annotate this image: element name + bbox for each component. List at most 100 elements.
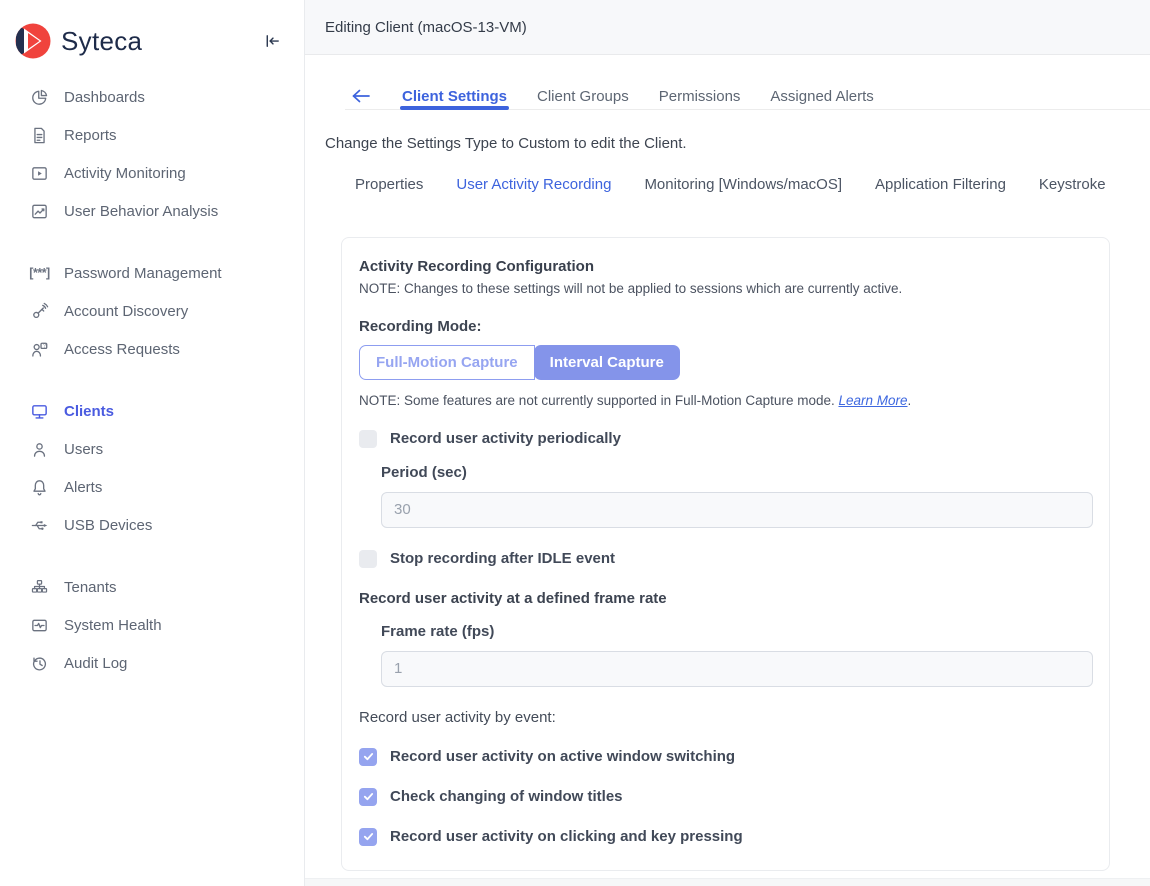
- logo-row: Syteca: [0, 20, 304, 62]
- sidebar-item-access-requests[interactable]: ? Access Requests: [0, 330, 304, 368]
- period-label: Period (sec): [381, 464, 1091, 481]
- period-input[interactable]: [381, 492, 1093, 528]
- recording-mode-label: Recording Mode:: [359, 318, 1091, 335]
- brand-name: Syteca: [61, 26, 142, 57]
- sidebar-item-dashboards[interactable]: Dashboards: [0, 78, 304, 116]
- activity-recording-card: Activity Recording Configuration NOTE: C…: [341, 237, 1110, 871]
- sidebar-item-users[interactable]: Users: [0, 430, 304, 468]
- person-icon: [30, 440, 49, 459]
- card-title: Activity Recording Configuration: [359, 258, 1091, 275]
- sidebar-item-label: Password Management: [64, 265, 222, 282]
- sidebar-item-label: Users: [64, 441, 103, 458]
- frame-rate-label: Frame rate (fps): [381, 623, 1091, 640]
- subtab-keystroke[interactable]: Keystroke: [1039, 176, 1106, 193]
- pie-chart-icon: [30, 88, 49, 107]
- org-chart-icon: [30, 578, 49, 597]
- mode-note-suffix: .: [908, 393, 912, 408]
- sidebar-item-label: Activity Monitoring: [64, 165, 186, 182]
- sidebar-item-label: USB Devices: [64, 517, 152, 534]
- syteca-logo-icon: [14, 22, 52, 60]
- sidebar-item-activity-monitoring[interactable]: Activity Monitoring: [0, 154, 304, 192]
- by-event-label: Record user activity by event:: [359, 709, 1091, 726]
- idle-check-row: Stop recording after IDLE event: [359, 550, 1091, 568]
- person-question-icon: ?: [30, 340, 49, 359]
- subtab-user-activity-recording[interactable]: User Activity Recording: [456, 176, 611, 193]
- sidebar-item-system-health[interactable]: System Health: [0, 606, 304, 644]
- sidebar: Syteca Dashboards: [0, 0, 305, 886]
- sidebar-item-alerts[interactable]: Alerts: [0, 468, 304, 506]
- next-section-edge: [305, 878, 1150, 886]
- sidebar-item-label: User Behavior Analysis: [64, 203, 218, 220]
- sidebar-item-tenants[interactable]: Tenants: [0, 568, 304, 606]
- card-note: NOTE: Changes to these settings will not…: [359, 281, 1091, 296]
- history-clock-icon: [30, 654, 49, 673]
- subtab-application-filtering[interactable]: Application Filtering: [875, 176, 1006, 193]
- svg-text:?: ?: [43, 343, 46, 349]
- line-chart-icon: [30, 202, 49, 221]
- subtab-monitoring[interactable]: Monitoring [Windows/macOS]: [644, 176, 842, 193]
- frame-rate-input[interactable]: [381, 651, 1093, 687]
- event-check-row: Record user activity on active window sw…: [359, 748, 1091, 766]
- tab-assigned-alerts[interactable]: Assigned Alerts: [770, 84, 873, 109]
- stop-after-idle-checkbox[interactable]: [359, 550, 377, 568]
- event-check-row: Record user activity on clicking and key…: [359, 828, 1091, 846]
- bell-icon: [30, 478, 49, 497]
- sidebar-item-label: Audit Log: [64, 655, 127, 672]
- sidebar-item-user-behavior-analysis[interactable]: User Behavior Analysis: [0, 192, 304, 230]
- tab-permissions[interactable]: Permissions: [659, 84, 741, 109]
- window-switching-checkbox[interactable]: [359, 748, 377, 766]
- interval-capture-button[interactable]: Interval Capture: [534, 345, 680, 380]
- periodic-check-row: Record user activity periodically: [359, 430, 1091, 448]
- sidebar-item-audit-log[interactable]: Audit Log: [0, 644, 304, 682]
- record-periodically-label: Record user activity periodically: [390, 430, 621, 447]
- subtabs-row: Properties User Activity Recording Monit…: [355, 176, 1150, 193]
- sidebar-item-password-management[interactable]: [***] Password Management: [0, 254, 304, 292]
- password-brackets-icon: [***]: [30, 264, 49, 283]
- mode-note: NOTE: Some features are not currently su…: [359, 393, 1091, 408]
- document-icon: [30, 126, 49, 145]
- play-square-icon: [30, 164, 49, 183]
- page-title: Editing Client (macOS-13-VM): [325, 19, 527, 36]
- frame-rate-heading: Record user activity at a defined frame …: [359, 590, 1091, 607]
- tab-client-groups[interactable]: Client Groups: [537, 84, 629, 109]
- mode-note-text: NOTE: Some features are not currently su…: [359, 393, 838, 408]
- subtab-properties[interactable]: Properties: [355, 176, 423, 193]
- usb-icon: [30, 516, 49, 535]
- sidebar-item-label: Alerts: [64, 479, 102, 496]
- back-button[interactable]: [350, 86, 372, 106]
- key-discovery-icon: [30, 302, 49, 321]
- recording-mode-toggle: Full-Motion Capture Interval Capture: [359, 345, 680, 380]
- sidebar-item-label: Dashboards: [64, 89, 145, 106]
- learn-more-link[interactable]: Learn More: [838, 393, 907, 408]
- sidebar-item-clients[interactable]: Clients: [0, 392, 304, 430]
- sidebar-item-label: Clients: [64, 403, 114, 420]
- sidebar-item-label: Tenants: [64, 579, 117, 596]
- collapse-sidebar-icon[interactable]: [263, 32, 282, 51]
- sidebar-item-label: Reports: [64, 127, 117, 144]
- clicking-keypress-checkbox[interactable]: [359, 828, 377, 846]
- sidebar-item-usb-devices[interactable]: USB Devices: [0, 506, 304, 544]
- monitor-icon: [30, 402, 49, 421]
- full-motion-capture-button[interactable]: Full-Motion Capture: [359, 345, 535, 380]
- window-titles-checkbox[interactable]: [359, 788, 377, 806]
- sidebar-item-label: Account Discovery: [64, 303, 188, 320]
- health-monitor-icon: [30, 616, 49, 635]
- record-periodically-checkbox[interactable]: [359, 430, 377, 448]
- sidebar-item-reports[interactable]: Reports: [0, 116, 304, 154]
- window-switching-label: Record user activity on active window sw…: [390, 748, 735, 765]
- settings-type-notice: Change the Settings Type to Custom to ed…: [325, 135, 1150, 152]
- tab-client-settings[interactable]: Client Settings: [402, 84, 507, 109]
- sidebar-item-label: System Health: [64, 617, 162, 634]
- stop-after-idle-label: Stop recording after IDLE event: [390, 550, 615, 567]
- sidebar-item-account-discovery[interactable]: Account Discovery: [0, 292, 304, 330]
- window-titles-label: Check changing of window titles: [390, 788, 623, 805]
- main-area: Editing Client (macOS-13-VM) Client Sett…: [305, 0, 1150, 886]
- event-check-row: Check changing of window titles: [359, 788, 1091, 806]
- frame-rate-field-block: Frame rate (fps): [381, 623, 1091, 687]
- tabs-row: Client Settings Client Groups Permission…: [345, 84, 1150, 110]
- sidebar-nav: Dashboards Reports Activ: [0, 78, 304, 682]
- sidebar-item-label: Access Requests: [64, 341, 180, 358]
- clicking-keypress-label: Record user activity on clicking and key…: [390, 828, 743, 845]
- period-field-block: Period (sec): [381, 464, 1091, 528]
- page-header: Editing Client (macOS-13-VM): [305, 0, 1150, 55]
